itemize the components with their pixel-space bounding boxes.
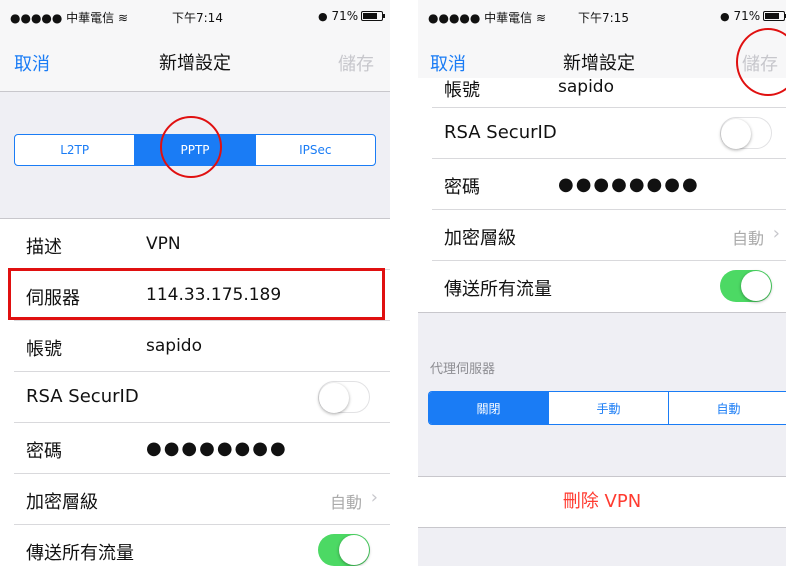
chevron-right-icon: › bbox=[772, 223, 780, 244]
orientation-lock-icon: ● bbox=[720, 10, 730, 23]
account-value[interactable]: sapido bbox=[558, 77, 614, 97]
settings-list: 帳號 sapido RSA SecurID 密碼 ●●●●●●●● 加密層級 自… bbox=[418, 77, 786, 313]
send-all-traffic-toggle[interactable] bbox=[720, 270, 772, 302]
description-value[interactable]: VPN bbox=[146, 234, 181, 254]
row-account[interactable]: 帳號 sapido bbox=[432, 77, 786, 108]
row-password[interactable]: 密碼 ●●●●●●●● bbox=[14, 423, 390, 474]
battery-icon bbox=[763, 11, 786, 21]
row-send-all-traffic: 傳送所有流量 bbox=[14, 525, 390, 566]
proxy-selector: 關閉 手動 自動 bbox=[428, 391, 786, 425]
battery-icon bbox=[361, 11, 386, 21]
orientation-lock-icon: ● bbox=[318, 10, 328, 23]
row-label: 加密層級 bbox=[26, 492, 98, 513]
toggle-knob bbox=[721, 119, 751, 149]
row-server[interactable]: 伺服器 114.33.175.189 bbox=[14, 270, 390, 321]
toggle-knob bbox=[339, 535, 369, 565]
row-label: RSA SecurID bbox=[444, 122, 557, 143]
segment-proxy-auto[interactable]: 自動 bbox=[669, 392, 786, 424]
carrier-label: ●●●●● 中華電信 bbox=[10, 11, 118, 25]
row-password[interactable]: 密碼 ●●●●●●●● bbox=[432, 159, 786, 210]
row-label: 伺服器 bbox=[26, 288, 80, 309]
server-value[interactable]: 114.33.175.189 bbox=[146, 285, 281, 305]
delete-vpn-button[interactable]: 刪除 VPN bbox=[418, 476, 786, 528]
encryption-level-value: 自動 bbox=[731, 229, 764, 248]
row-rsa-securid: RSA SecurID bbox=[14, 372, 390, 423]
carrier-label: ●●●●● 中華電信 bbox=[428, 11, 536, 25]
status-time: 下午7:14 bbox=[172, 11, 223, 25]
toggle-knob bbox=[319, 383, 349, 413]
row-label: 傳送所有流量 bbox=[444, 279, 552, 300]
segment-ipsec[interactable]: IPSec bbox=[256, 135, 375, 165]
proxy-section-header: 代理伺服器 bbox=[430, 362, 496, 377]
row-label: 密碼 bbox=[26, 441, 62, 462]
wifi-icon: ≋ bbox=[117, 11, 129, 25]
row-label: 帳號 bbox=[444, 80, 480, 101]
rsa-securid-toggle[interactable] bbox=[720, 117, 772, 149]
account-value[interactable]: sapido bbox=[146, 336, 202, 356]
send-all-traffic-toggle[interactable] bbox=[318, 534, 370, 566]
row-label: RSA SecurID bbox=[26, 386, 139, 407]
segment-proxy-manual[interactable]: 手動 bbox=[549, 392, 669, 424]
segment-l2tp[interactable]: L2TP bbox=[15, 135, 136, 165]
rsa-securid-toggle[interactable] bbox=[318, 381, 370, 413]
phone-screen-left: ●●●●● 中華電信 ≋ 下午7:14 ● 71% 取消 新增設定 儲存 L2T… bbox=[0, 0, 390, 566]
page-title: 新增設定 bbox=[159, 53, 231, 74]
row-description[interactable]: 描述 VPN bbox=[14, 219, 390, 270]
row-label: 傳送所有流量 bbox=[26, 543, 134, 564]
encryption-level-value: 自動 bbox=[329, 493, 362, 512]
row-label: 密碼 bbox=[444, 177, 480, 198]
row-account[interactable]: 帳號 sapido bbox=[14, 321, 390, 372]
row-label: 加密層級 bbox=[444, 228, 516, 249]
chevron-right-icon: › bbox=[370, 487, 378, 508]
nav-bar: 取消 新增設定 儲存 bbox=[0, 32, 390, 92]
save-button[interactable]: 儲存 bbox=[742, 50, 778, 76]
row-send-all-traffic: 傳送所有流量 bbox=[432, 261, 786, 312]
status-bar: ●●●●● 中華電信 ≋ 下午7:15 ● 71% bbox=[418, 0, 786, 32]
battery-percent: 71% bbox=[733, 9, 761, 23]
row-encryption-level[interactable]: 加密層級 自動 › bbox=[14, 474, 390, 525]
vpn-type-selector: L2TP PPTP IPSec bbox=[14, 134, 376, 166]
status-time: 下午7:15 bbox=[578, 11, 629, 25]
page-title: 新增設定 bbox=[563, 53, 635, 74]
phone-screen-right: ●●●●● 中華電信 ≋ 下午7:15 ● 71% 取消 新增設定 儲存 帳號 … bbox=[418, 0, 786, 566]
save-button[interactable]: 儲存 bbox=[338, 50, 374, 76]
segment-pptp[interactable]: PPTP bbox=[135, 135, 256, 165]
toggle-knob bbox=[741, 271, 771, 301]
status-bar: ●●●●● 中華電信 ≋ 下午7:14 ● 71% bbox=[0, 0, 390, 32]
row-rsa-securid: RSA SecurID bbox=[432, 108, 786, 159]
password-value[interactable]: ●●●●●●●● bbox=[146, 438, 288, 459]
password-value[interactable]: ●●●●●●●● bbox=[558, 174, 700, 195]
wifi-icon: ≋ bbox=[535, 11, 547, 25]
row-encryption-level[interactable]: 加密層級 自動 › bbox=[432, 210, 786, 261]
settings-list: 描述 VPN 伺服器 114.33.175.189 帳號 sapido RSA … bbox=[0, 218, 390, 566]
battery-percent: 71% bbox=[331, 9, 359, 23]
segment-proxy-off[interactable]: 關閉 bbox=[429, 392, 549, 424]
row-label: 描述 bbox=[26, 237, 62, 258]
row-label: 帳號 bbox=[26, 339, 62, 360]
